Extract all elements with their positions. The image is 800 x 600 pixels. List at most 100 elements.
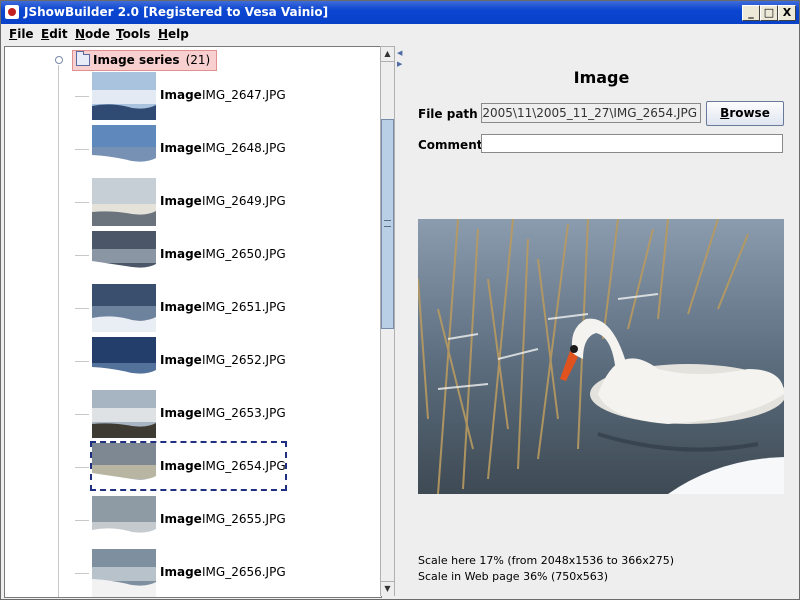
tree-panel[interactable]: Image series (21) Image IMG_2647.JPG Image I… (4, 46, 382, 598)
close-button[interactable]: X (778, 5, 796, 21)
menu-help-label: elp (168, 27, 189, 41)
tree-item-image[interactable]: Image IMG_2651.JPG (75, 282, 375, 335)
image-thumbnail[interactable] (92, 549, 156, 597)
minimize-button[interactable]: _ (742, 5, 760, 21)
menu-help-mnemonic: H (158, 27, 169, 41)
tree-item-image[interactable]: Image IMG_2655.JPG (75, 494, 375, 547)
series-count: (21) (185, 53, 211, 67)
menu-edit-mnemonic: E (41, 27, 50, 41)
split-pane-divider[interactable]: ◀ ▶ (395, 46, 405, 596)
tree-guide-line (58, 65, 59, 597)
image-thumbnail[interactable] (92, 390, 156, 438)
tree-connector-line (75, 255, 89, 256)
image-thumbnail[interactable] (92, 496, 156, 544)
tree-connector-line (75, 573, 89, 574)
image-thumbnail[interactable] (92, 72, 156, 120)
tree-item-filename: IMG_2650.JPG (202, 247, 286, 261)
scale-here-text: Scale here 17% (from 2048x1536 to 366x27… (418, 554, 675, 567)
tree-item-filename: IMG_2647.JPG (202, 88, 286, 102)
scroll-down-button[interactable]: ▼ (381, 581, 394, 596)
tree-item-filename: IMG_2651.JPG (202, 300, 286, 314)
image-thumbnail[interactable] (92, 284, 156, 332)
tree-item-image[interactable]: Image IMG_2654.JPG (75, 441, 375, 494)
tree-item-type: Image (160, 194, 202, 208)
tree-item-type: Image (160, 247, 202, 261)
split-left-arrow-icon[interactable]: ◀ (397, 49, 402, 57)
tree-node-image-series[interactable]: Image series (21) (72, 50, 218, 71)
title-bar[interactable]: JShowBuilder 2.0 [Registered to Vesa Vai… (1, 1, 799, 24)
tree-item-image[interactable]: Image IMG_2648.JPG (75, 123, 375, 176)
tree-item-type: Image (160, 88, 202, 102)
menu-node-label: ode (85, 27, 111, 41)
tree-item-filename: IMG_2652.JPG (202, 353, 286, 367)
comment-input[interactable] (481, 134, 783, 153)
menu-tools-mnemonic: T (116, 27, 123, 41)
image-thumbnail[interactable] (92, 125, 156, 173)
tree-item-filename: IMG_2656.JPG (202, 565, 286, 579)
tree-item-image[interactable]: Image IMG_2656.JPG (75, 547, 375, 597)
scroll-up-button[interactable]: ▲ (381, 47, 394, 62)
menu-node[interactable]: Node (75, 27, 110, 41)
folder-icon (76, 51, 90, 66)
tree-item-filename: IMG_2649.JPG (202, 194, 286, 208)
tree-item-type: Image (160, 353, 202, 367)
menu-file-mnemonic: F (9, 27, 18, 41)
browse-button[interactable]: Browse (706, 101, 784, 126)
app-window: JShowBuilder 2.0 [Registered to Vesa Vai… (0, 0, 800, 600)
tree-item-image[interactable]: Image IMG_2653.JPG (75, 388, 375, 441)
tree-item-filename: IMG_2648.JPG (202, 141, 286, 155)
window-title: JShowBuilder 2.0 [Registered to Vesa Vai… (24, 5, 329, 19)
image-preview (418, 219, 784, 494)
tree-item-filename: IMG_2655.JPG (202, 512, 286, 526)
tree-item-type: Image (160, 459, 202, 473)
series-label: Image series (93, 53, 180, 67)
tree-connector-line (75, 414, 89, 415)
tree-connector-line (75, 520, 89, 521)
menu-file[interactable]: File (9, 27, 34, 41)
tree-item-type: Image (160, 141, 202, 155)
file-path-value: C:\photos\pot\2005\11\2005_11_27\IMG_265… (482, 106, 697, 120)
properties-panel: Image File path C:\photos\pot\2005\11\20… (405, 46, 798, 596)
scale-web-text: Scale in Web page 36% (750x563) (418, 570, 609, 583)
image-thumbnail[interactable] (92, 231, 156, 279)
menu-node-mnemonic: N (75, 27, 86, 41)
menu-tools-label: ools (122, 27, 151, 41)
tree-connector-line (75, 202, 89, 203)
grip-icon (384, 220, 391, 227)
tree-item-image[interactable]: Image IMG_2649.JPG (75, 176, 375, 229)
menu-file-label: ile (17, 27, 34, 41)
tree-item-filename: IMG_2654.JPG (202, 459, 286, 473)
tree-item-image[interactable]: Image IMG_2647.JPG (75, 70, 375, 123)
menu-help[interactable]: Help (158, 27, 189, 41)
menu-tools[interactable]: Tools (116, 27, 150, 41)
tree-item-image[interactable]: Image IMG_2650.JPG (75, 229, 375, 282)
browse-mnemonic: B (720, 106, 730, 120)
comment-label: Comment (418, 138, 483, 152)
image-thumbnail[interactable] (92, 337, 156, 385)
tree-connector-line (75, 467, 89, 468)
file-path-field[interactable]: C:\photos\pot\2005\11\2005_11_27\IMG_265… (481, 103, 701, 123)
swan-photo-preview (418, 219, 784, 494)
tree-connector-line (75, 149, 89, 150)
tree-scrollbar[interactable]: ▲ ▼ (380, 46, 395, 596)
tree-item-type: Image (160, 565, 202, 579)
image-thumbnail[interactable] (92, 178, 156, 226)
panel-title: Image (573, 68, 630, 87)
tree-item-type: Image (160, 300, 202, 314)
tree-connector-line (75, 308, 89, 309)
maximize-button[interactable]: □ (760, 5, 778, 21)
scroll-thumb[interactable] (381, 119, 394, 329)
menu-edit[interactable]: Edit (41, 27, 68, 41)
tree-item-filename: IMG_2653.JPG (202, 406, 286, 420)
split-right-arrow-icon[interactable]: ▶ (397, 60, 402, 68)
tree-connector-line (75, 361, 89, 362)
tree-item-type: Image (160, 512, 202, 526)
menu-edit-label: dit (49, 27, 68, 41)
tree-item-image[interactable]: Image IMG_2652.JPG (75, 335, 375, 388)
browse-label: rowse (729, 106, 770, 120)
tree-connector-line (75, 96, 89, 97)
file-path-label: File path (418, 107, 478, 121)
tree-item-type: Image (160, 406, 202, 420)
java-cup-icon (5, 5, 19, 19)
tree-collapse-icon[interactable] (55, 56, 63, 64)
